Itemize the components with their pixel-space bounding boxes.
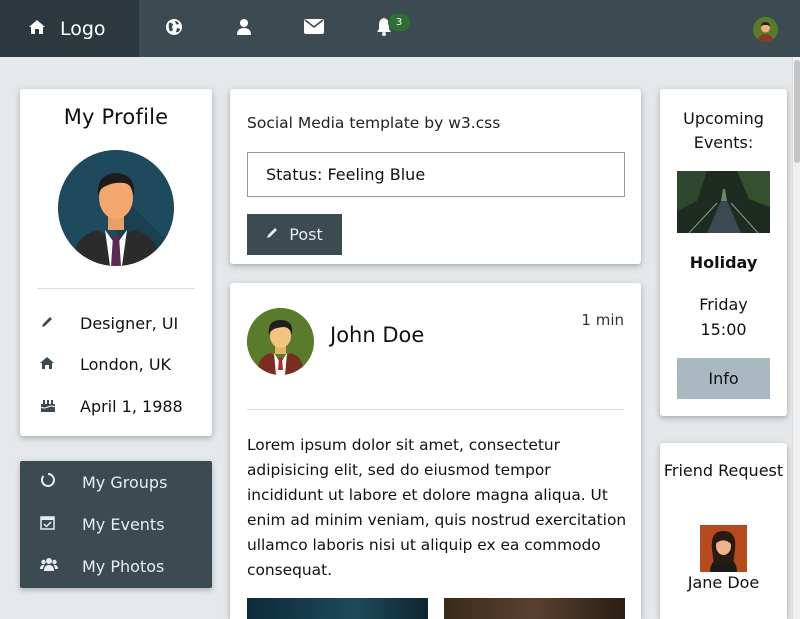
- profile-divider: [37, 288, 195, 289]
- post-divider: [247, 409, 624, 410]
- post-timestamp: 1 min: [581, 311, 624, 329]
- users-icon: [40, 557, 82, 575]
- user-icon: [236, 18, 252, 40]
- pencil-icon: [38, 315, 80, 333]
- friend-request-title: Friend Request: [663, 461, 784, 480]
- post-button-label: Post: [289, 225, 323, 244]
- post-author-avatar: [247, 308, 314, 375]
- friend-avatar: [700, 525, 747, 572]
- menu-item-my-groups[interactable]: My Groups: [20, 461, 212, 503]
- home-icon: [38, 356, 80, 373]
- top-navbar: Logo 3: [0, 0, 800, 57]
- pencil-icon: [266, 226, 279, 243]
- profile-birthday-row: April 1, 1988: [38, 397, 183, 416]
- messages-button[interactable]: [279, 0, 349, 57]
- menu-item-my-events[interactable]: My Events: [20, 503, 212, 545]
- notifications-button[interactable]: 3: [349, 0, 419, 57]
- logo-label: Logo: [60, 17, 106, 40]
- feed-post: John Doe 1 min Lorem ipsum dolor sit ame…: [230, 283, 641, 619]
- event-name: Holiday: [689, 253, 758, 272]
- profile-birthday: April 1, 1988: [80, 397, 183, 416]
- post-image[interactable]: [444, 598, 625, 619]
- event-info-button[interactable]: Info: [677, 358, 770, 399]
- upcoming-events-card: Upcoming Events: Holiday Friday 15:00 In…: [660, 89, 787, 416]
- profile-job: Designer, UI: [80, 314, 179, 333]
- side-menu: My Groups My Events My Photos: [20, 461, 212, 588]
- user-avatar-button[interactable]: [753, 17, 778, 42]
- profile-job-row: Designer, UI: [38, 314, 178, 333]
- menu-item-label: My Events: [82, 514, 165, 534]
- menu-item-label: My Groups: [82, 472, 168, 492]
- profile-location: London, UK: [80, 355, 172, 374]
- notification-count-badge: 3: [388, 14, 410, 31]
- events-title: Upcoming Events:: [683, 109, 764, 152]
- profile-location-row: London, UK: [38, 355, 171, 374]
- event-datetime: Friday 15:00: [660, 292, 787, 342]
- post-image[interactable]: [247, 598, 428, 619]
- friend-name: Jane Doe: [687, 573, 760, 592]
- home-icon: [28, 18, 46, 40]
- post-body-text: Lorem ipsum dolor sit amet, consectetur …: [247, 436, 627, 579]
- scrollbar-thumb[interactable]: [794, 60, 800, 163]
- calendar-check-icon: [40, 515, 82, 534]
- friend-request-card: Friend Request Jane Doe: [660, 443, 787, 619]
- birthday-cake-icon: [38, 397, 80, 416]
- status-input[interactable]: Status: Feeling Blue: [247, 152, 625, 197]
- profile-card: My Profile Designer, UI London, UK April…: [20, 89, 212, 436]
- event-image: [677, 171, 770, 233]
- post-author-name[interactable]: John Doe: [330, 323, 424, 347]
- envelope-icon: [304, 19, 324, 38]
- account-settings-button[interactable]: [209, 0, 279, 57]
- composer-title: Social Media template by w3.css: [247, 114, 501, 132]
- post-button[interactable]: Post: [247, 214, 342, 255]
- news-button[interactable]: [139, 0, 209, 57]
- page-scrollbar[interactable]: [792, 57, 800, 619]
- event-time: 15:00: [700, 320, 747, 339]
- menu-item-label: My Photos: [82, 556, 165, 576]
- circle-notch-icon: [40, 472, 82, 492]
- status-composer: Social Media template by w3.css Status: …: [230, 89, 641, 264]
- profile-title: My Profile: [63, 105, 169, 129]
- logo-link[interactable]: Logo: [0, 0, 139, 57]
- event-day: Friday: [699, 295, 748, 314]
- menu-item-my-photos[interactable]: My Photos: [20, 545, 212, 587]
- globe-icon: [165, 18, 183, 40]
- profile-avatar: [58, 150, 174, 266]
